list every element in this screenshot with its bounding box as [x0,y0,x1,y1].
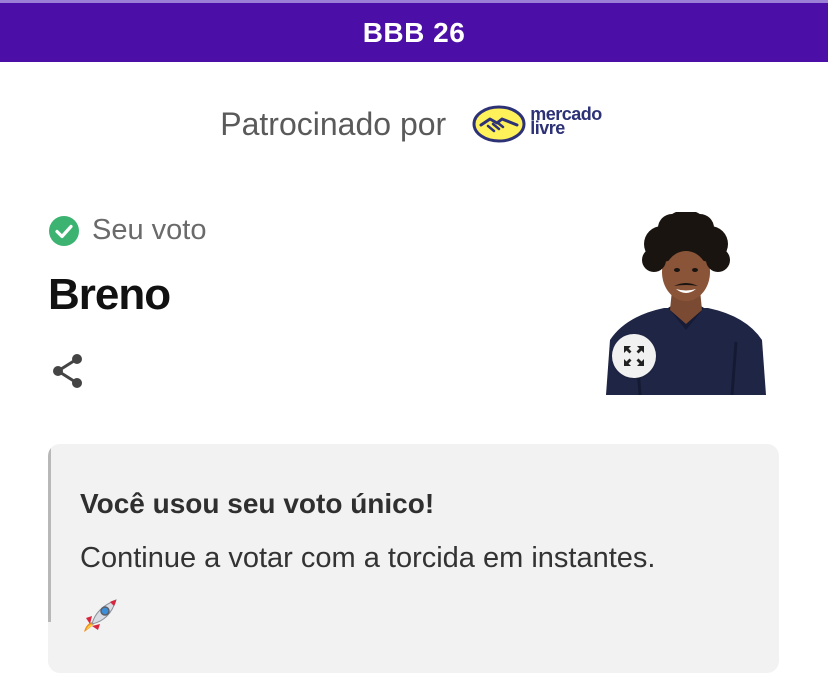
header-title: BBB 26 [362,16,466,48]
share-icon[interactable] [50,352,86,390]
vote-notice-card: Você usou seu voto único! Continue a vot… [48,444,779,673]
mercado-livre-logo[interactable]: mercado livre [472,105,602,143]
notice-body: Continue a votar com a torcida em instan… [80,542,656,574]
notice-title: Você usou seu voto único! [80,488,435,519]
card-accent-bar [48,444,51,622]
brand-line-2: livre [530,118,565,138]
check-circle-icon [49,215,79,246]
app-header: BBB 26 [0,3,828,62]
vote-status: Seu voto [48,214,206,247]
vote-status-label: Seu voto [92,214,207,246]
candidate-name: Breno [48,270,171,319]
expand-icon [624,346,644,366]
rocket-icon [84,599,117,632]
expand-photo-button[interactable] [612,334,656,378]
handshake-icon [472,105,526,143]
sponsor-label: Patrocinado por [220,105,447,142]
sponsor-banner: Patrocinado por mercado livre [0,96,828,152]
